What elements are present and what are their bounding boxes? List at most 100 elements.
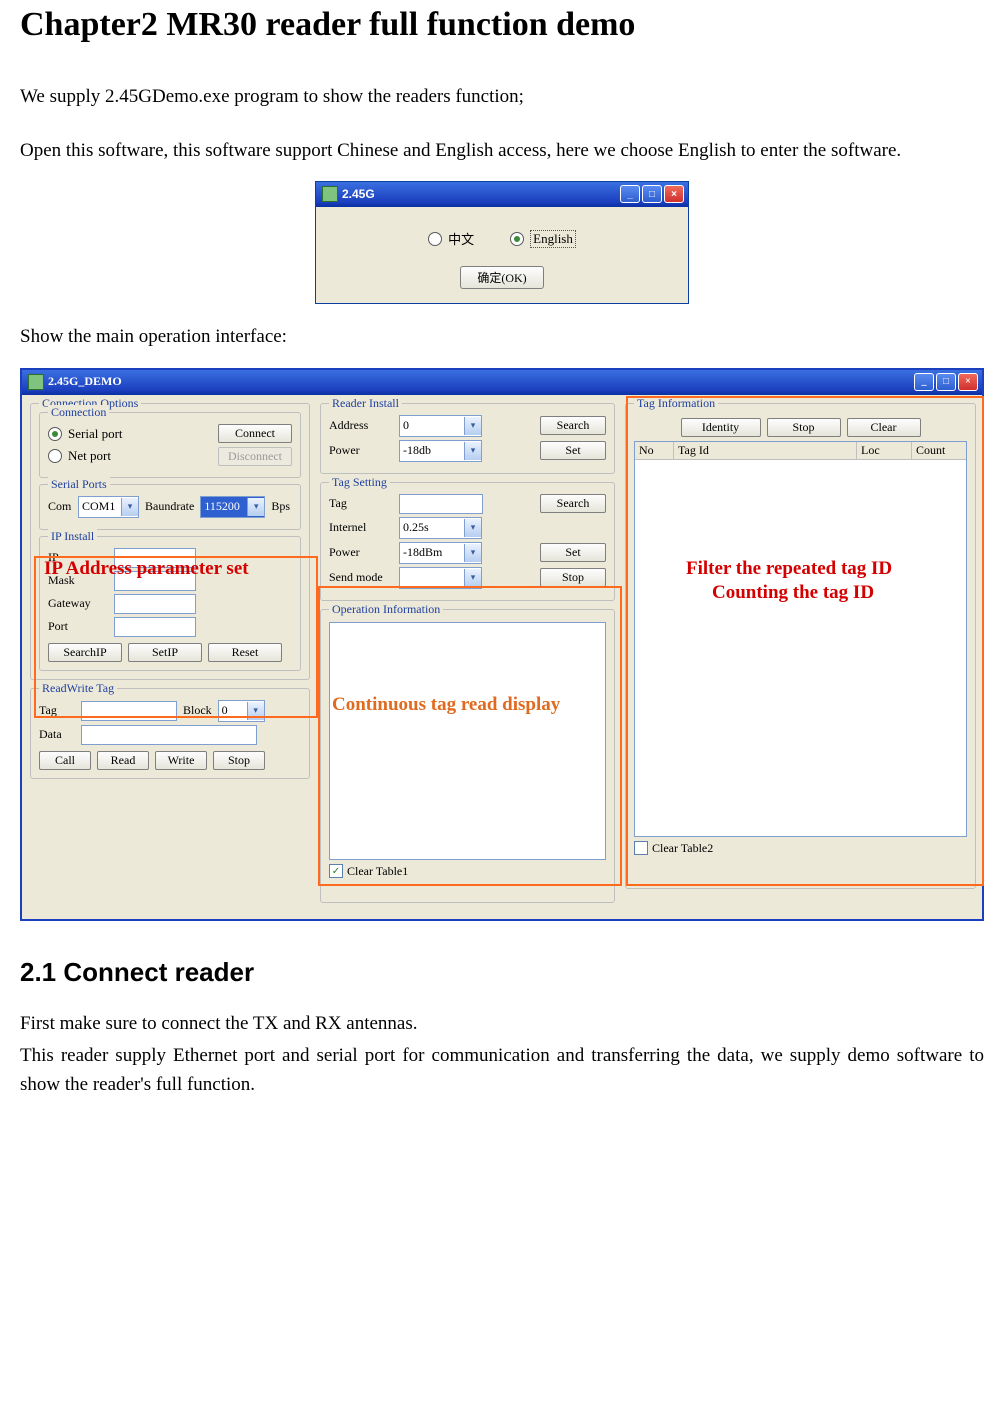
chevron-down-icon: ▾ bbox=[247, 498, 264, 516]
set-ip-button[interactable]: SetIP bbox=[128, 643, 202, 662]
search-ip-button[interactable]: SearchIP bbox=[48, 643, 122, 662]
ip-input[interactable] bbox=[114, 548, 196, 568]
clear-table2-checkbox[interactable] bbox=[634, 841, 648, 855]
clear-table2-label: Clear Table2 bbox=[652, 841, 713, 856]
block-select[interactable]: 0 ▾ bbox=[218, 700, 265, 722]
gateway-input[interactable] bbox=[114, 594, 196, 614]
paragraph-3: Show the main operation interface: bbox=[20, 314, 984, 360]
ts-search-button[interactable]: Search bbox=[540, 494, 606, 513]
power-select[interactable]: -18db ▾ bbox=[399, 440, 482, 462]
demo-title: 2.45G_DEMO bbox=[48, 374, 122, 389]
power-label: Power bbox=[329, 443, 393, 458]
ts-power-label: Power bbox=[329, 545, 393, 560]
col-loc: Loc bbox=[857, 442, 912, 459]
clear-button[interactable]: Clear bbox=[847, 418, 921, 437]
radio-chinese-label: 中文 bbox=[448, 229, 474, 248]
stop-button[interactable]: Stop bbox=[213, 751, 265, 770]
section-title: 2.1 Connect reader bbox=[20, 957, 984, 988]
demo-window: 2.45G_DEMO _ □ × Connection Options Conn… bbox=[20, 368, 984, 921]
call-button[interactable]: Call bbox=[39, 751, 91, 770]
paragraph-2: Open this software, this software suppor… bbox=[20, 128, 984, 174]
tag-table[interactable]: No Tag Id Loc Count bbox=[634, 441, 967, 837]
demo-titlebar[interactable]: 2.45G_DEMO _ □ × bbox=[22, 370, 982, 395]
language-window-title: 2.45G bbox=[342, 187, 375, 201]
search-button[interactable]: Search bbox=[540, 416, 606, 435]
radio-serial-label: Serial port bbox=[68, 426, 123, 442]
write-button[interactable]: Write bbox=[155, 751, 207, 770]
address-value: 0 bbox=[403, 418, 409, 433]
tag-setting-legend: Tag Setting bbox=[329, 475, 390, 490]
tag-stop-button[interactable]: Stop bbox=[767, 418, 841, 437]
connection-legend: Connection bbox=[48, 405, 109, 420]
chevron-down-icon: ▾ bbox=[464, 519, 481, 537]
serial-ports-legend: Serial Ports bbox=[48, 477, 110, 492]
minimize-icon[interactable]: _ bbox=[914, 373, 934, 391]
identity-button[interactable]: Identity bbox=[681, 418, 761, 437]
operation-info-group: Operation Information ✓ Clear Table1 bbox=[320, 609, 615, 903]
set-button[interactable]: Set bbox=[540, 441, 606, 460]
radio-icon-selected bbox=[48, 427, 62, 441]
ip-label: IP bbox=[48, 550, 108, 565]
reader-install-legend: Reader Install bbox=[329, 396, 402, 411]
app-icon bbox=[322, 186, 338, 202]
port-input[interactable] bbox=[114, 617, 196, 637]
chapter-title: Chapter2 MR30 reader full function demo bbox=[20, 6, 984, 44]
port-label: Port bbox=[48, 619, 108, 634]
ts-sendmode-select[interactable]: ▾ bbox=[399, 567, 482, 589]
ts-power-value: -18dBm bbox=[403, 545, 442, 560]
connect-button[interactable]: Connect bbox=[218, 424, 292, 443]
tag-input[interactable] bbox=[81, 701, 177, 721]
radio-net-port[interactable]: Net port bbox=[48, 448, 212, 464]
data-input[interactable] bbox=[81, 725, 257, 745]
com-select[interactable]: COM1 ▾ bbox=[78, 496, 139, 518]
ok-button[interactable]: 确定(OK) bbox=[460, 266, 543, 289]
chevron-down-icon: ▾ bbox=[464, 569, 481, 587]
baud-value: 115200 bbox=[204, 499, 240, 514]
clear-table1-checkbox[interactable]: ✓ bbox=[329, 864, 343, 878]
ts-tag-label: Tag bbox=[329, 496, 393, 511]
read-button[interactable]: Read bbox=[97, 751, 149, 770]
chevron-down-icon: ▾ bbox=[464, 417, 481, 435]
chevron-down-icon: ▾ bbox=[121, 498, 138, 516]
ts-internel-select[interactable]: 0.25s ▾ bbox=[399, 517, 482, 539]
col-tagid: Tag Id bbox=[674, 442, 857, 459]
address-select[interactable]: 0 ▾ bbox=[399, 415, 482, 437]
connection-options-group: Connection Options Connection Serial por… bbox=[30, 403, 310, 680]
language-window-titlebar[interactable]: 2.45G _ □ × bbox=[316, 182, 688, 207]
readwrite-tag-legend: ReadWrite Tag bbox=[39, 681, 117, 696]
language-window: 2.45G _ □ × 中文 English 确定(OK) bbox=[315, 181, 689, 304]
paragraph-1: We supply 2.45GDemo.exe program to show … bbox=[20, 74, 984, 120]
mask-label: Mask bbox=[48, 573, 108, 588]
maximize-icon[interactable]: □ bbox=[936, 373, 956, 391]
baud-label: Baundrate bbox=[145, 499, 194, 514]
tag-setting-group: Tag Setting Tag Search Internel 0.25s ▾ bbox=[320, 482, 615, 601]
com-label: Com bbox=[48, 499, 72, 514]
tag-information-group: Tag Information Identity Stop Clear No T… bbox=[625, 403, 976, 889]
ts-set-button[interactable]: Set bbox=[540, 543, 606, 562]
mask-input[interactable] bbox=[114, 571, 196, 591]
baud-select[interactable]: 115200 ▾ bbox=[200, 496, 265, 518]
maximize-icon[interactable]: □ bbox=[642, 185, 662, 203]
minimize-icon[interactable]: _ bbox=[620, 185, 640, 203]
data-label: Data bbox=[39, 727, 75, 742]
block-label: Block bbox=[183, 703, 212, 718]
ts-stop-button[interactable]: Stop bbox=[540, 568, 606, 587]
radio-english[interactable]: English bbox=[510, 230, 576, 248]
radio-serial-port[interactable]: Serial port bbox=[48, 426, 212, 442]
com-value: COM1 bbox=[82, 499, 115, 514]
ts-internel-value: 0.25s bbox=[403, 520, 429, 535]
operation-table[interactable] bbox=[329, 622, 606, 860]
ts-power-select[interactable]: -18dBm ▾ bbox=[399, 542, 482, 564]
readwrite-tag-group: ReadWrite Tag Tag Block 0 ▾ Data bbox=[30, 688, 310, 779]
col-count: Count bbox=[912, 442, 966, 459]
ip-install-legend: IP Install bbox=[48, 529, 97, 544]
close-icon[interactable]: × bbox=[958, 373, 978, 391]
reset-button[interactable]: Reset bbox=[208, 643, 282, 662]
chevron-down-icon: ▾ bbox=[247, 702, 264, 720]
close-icon[interactable]: × bbox=[664, 185, 684, 203]
radio-chinese[interactable]: 中文 bbox=[428, 229, 474, 248]
ts-tag-input[interactable] bbox=[399, 494, 483, 514]
paragraph-5: This reader supply Ethernet port and ser… bbox=[20, 1042, 984, 1099]
chevron-down-icon: ▾ bbox=[464, 442, 481, 460]
tag-information-legend: Tag Information bbox=[634, 396, 718, 411]
